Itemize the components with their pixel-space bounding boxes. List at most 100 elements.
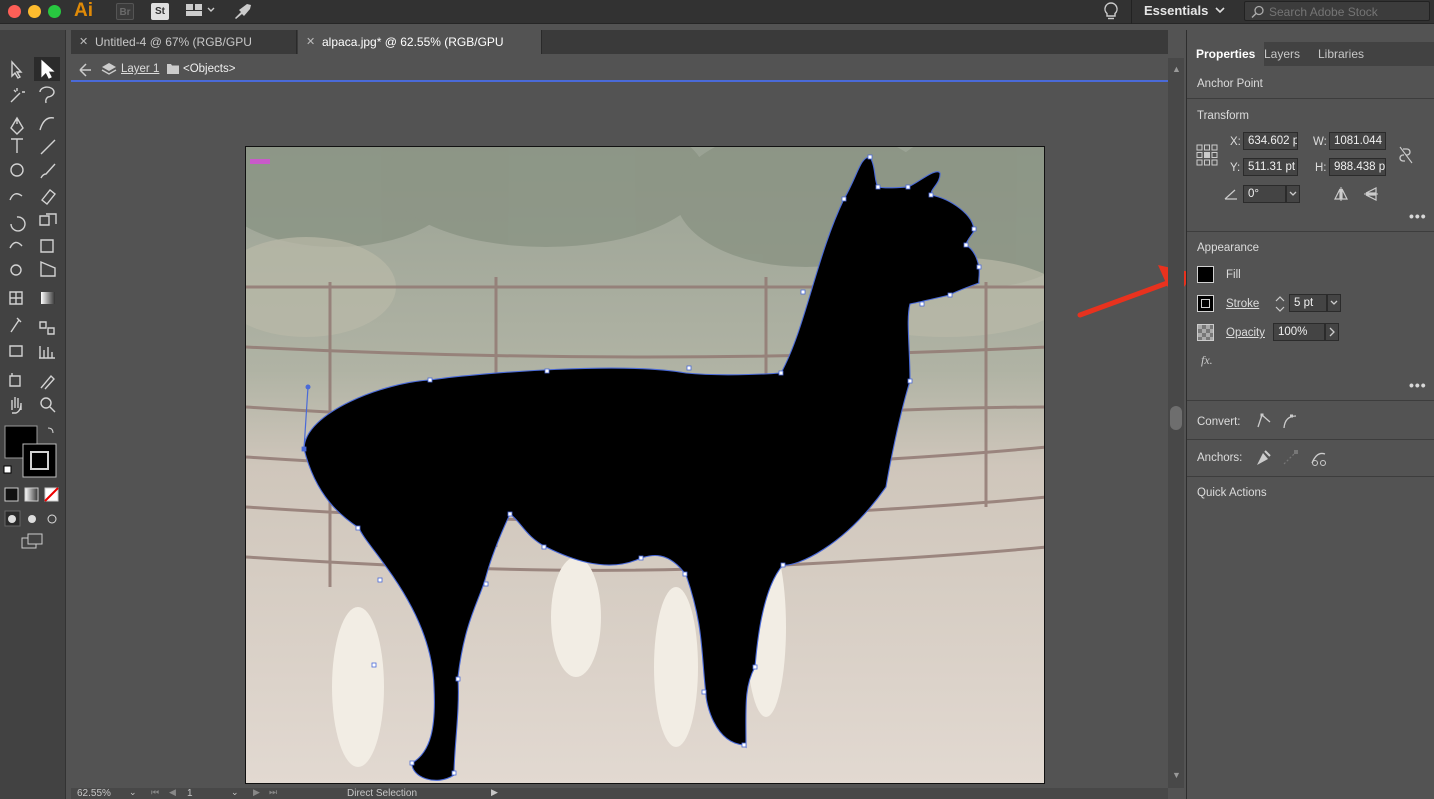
scroll-down-icon[interactable]: ▼ <box>1172 770 1181 780</box>
perspective-grid-tool-icon[interactable] <box>40 260 56 277</box>
magic-wand-tool-icon[interactable] <box>10 88 25 103</box>
connect-anchors-icon[interactable] <box>1281 448 1301 473</box>
width-tool-icon[interactable] <box>9 241 23 249</box>
scroll-up-icon[interactable]: ▲ <box>1172 64 1181 74</box>
scale-tool-icon[interactable] <box>39 213 57 226</box>
slice-tool-icon[interactable] <box>40 374 55 390</box>
w-field[interactable]: 1081.044 <box>1329 132 1386 150</box>
artboard-number[interactable]: 1 <box>187 788 193 799</box>
selection-tool-icon[interactable] <box>11 60 23 79</box>
bridge-icon[interactable]: Br <box>116 3 134 20</box>
mesh-tool-icon[interactable] <box>9 291 23 305</box>
close-window-button[interactable] <box>8 5 21 18</box>
flip-vertical-icon[interactable] <box>1363 186 1379 207</box>
zoom-tool-icon[interactable] <box>40 397 52 409</box>
previous-artboard-icon[interactable]: ◀ <box>169 787 176 798</box>
first-artboard-icon[interactable]: ⏮ <box>151 787 159 798</box>
remove-anchor-icon[interactable] <box>1253 448 1273 473</box>
symbol-sprayer-tool-icon[interactable] <box>9 345 23 357</box>
pen-tool-icon[interactable] <box>10 116 24 135</box>
adobe-stock-search[interactable] <box>1244 1 1430 21</box>
constrain-proportions-icon[interactable] <box>1399 146 1413 169</box>
type-tool-icon[interactable] <box>11 138 23 153</box>
blend-tool-icon[interactable] <box>39 321 55 335</box>
free-transform-tool-icon[interactable] <box>40 239 54 253</box>
last-artboard-icon[interactable]: ⏭ <box>269 787 277 798</box>
more-options-icon[interactable]: ••• <box>1409 377 1427 393</box>
h-field[interactable]: 988.438 p <box>1329 158 1386 176</box>
stroke-stepper-icon[interactable] <box>1274 294 1286 319</box>
stock-icon[interactable]: St <box>151 3 169 20</box>
scroll-thumb[interactable] <box>1170 406 1182 430</box>
chevron-down-icon[interactable]: ⌄ <box>231 787 239 798</box>
minimize-window-button[interactable] <box>28 5 41 18</box>
eyedropper-tool-icon[interactable] <box>10 317 22 333</box>
lasso-tool-icon[interactable] <box>39 86 55 104</box>
gradient-mode-icon[interactable] <box>24 487 39 502</box>
tab-alpaca[interactable]: ✕ alpaca.jpg* @ 62.55% (RGB/GPU Preview) <box>298 30 542 73</box>
tab-properties[interactable]: Properties <box>1187 42 1265 66</box>
shape-builder-tool-icon[interactable] <box>10 264 22 276</box>
canvas[interactable] <box>71 84 1168 788</box>
convert-label: Convert: <box>1197 416 1241 428</box>
line-segment-tool-icon[interactable] <box>40 139 56 155</box>
draw-behind-icon[interactable] <box>28 515 36 523</box>
rotate-field[interactable]: 0° <box>1243 185 1286 203</box>
blob-brush-tool-icon[interactable] <box>9 193 23 201</box>
next-artboard-icon[interactable]: ▶ <box>253 787 260 798</box>
hand-tool-icon[interactable] <box>11 397 22 414</box>
breadcrumb-layer[interactable]: Layer 1 <box>121 63 159 75</box>
column-graph-tool-icon[interactable] <box>39 346 55 359</box>
stroke-weight-dropdown[interactable] <box>1327 294 1341 312</box>
chevron-down-icon[interactable]: ⌄ <box>129 787 137 798</box>
gradient-tool-icon[interactable] <box>41 292 55 304</box>
stroke-label[interactable]: Stroke <box>1226 298 1259 310</box>
stroke-weight-field[interactable]: 5 pt <box>1289 294 1327 312</box>
color-mode-icon[interactable] <box>4 487 19 502</box>
effects-icon[interactable]: fx. <box>1201 353 1213 368</box>
eraser-tool-icon[interactable] <box>41 189 56 205</box>
default-colors-icon[interactable] <box>3 465 12 474</box>
reference-point-icon[interactable] <box>1196 144 1218 171</box>
arrange-documents-icon[interactable] <box>185 1 215 22</box>
stroke-swatch[interactable] <box>22 443 57 478</box>
close-tab-icon[interactable]: ✕ <box>306 30 315 54</box>
tab-untitled-4[interactable]: ✕ Untitled-4 @ 67% (RGB/GPU Preview) <box>71 30 297 73</box>
convert-to-smooth-icon[interactable] <box>1281 412 1299 435</box>
gpu-performance-icon[interactable] <box>233 2 253 23</box>
back-arrow-icon[interactable] <box>77 62 93 83</box>
opacity-dropdown[interactable] <box>1325 323 1339 341</box>
chevron-down-icon[interactable] <box>1214 3 1226 20</box>
tab-libraries[interactable]: Libraries <box>1309 42 1373 66</box>
more-options-icon[interactable]: ••• <box>1409 208 1427 224</box>
x-field[interactable]: 634.602 p <box>1243 132 1298 150</box>
illustrator-logo: Ai <box>74 0 93 21</box>
fill-color-swatch[interactable] <box>1197 266 1214 283</box>
zoom-window-button[interactable] <box>48 5 61 18</box>
search-input[interactable] <box>1269 4 1425 19</box>
status-menu-icon[interactable]: ▶ <box>491 787 498 798</box>
lightbulb-icon[interactable] <box>1102 1 1120 24</box>
swap-fill-stroke-icon[interactable] <box>47 427 54 434</box>
zoom-level[interactable]: 62.55% <box>77 788 111 799</box>
breadcrumb-group[interactable]: <Objects> <box>183 63 235 75</box>
cut-path-icon[interactable] <box>1309 448 1329 473</box>
vertical-scrollbar[interactable]: ▲ ▼ <box>1168 58 1184 788</box>
close-tab-icon[interactable]: ✕ <box>79 30 88 54</box>
stroke-color-swatch[interactable] <box>1197 295 1214 312</box>
paintbrush-tool-icon[interactable] <box>40 163 56 179</box>
curvature-tool-icon[interactable] <box>39 117 55 131</box>
workspace-switcher[interactable]: Essentials <box>1144 3 1208 18</box>
rotate-tool-icon[interactable] <box>10 216 26 232</box>
opacity-label[interactable]: Opacity <box>1226 327 1265 339</box>
rotate-dropdown[interactable] <box>1286 185 1300 203</box>
convert-to-corner-icon[interactable] <box>1255 412 1273 435</box>
tab-layers[interactable]: Layers <box>1255 42 1309 66</box>
opacity-field[interactable]: 100% <box>1273 323 1325 341</box>
artboard[interactable] <box>245 146 1045 784</box>
flip-horizontal-icon[interactable] <box>1333 186 1349 207</box>
shaper-tool-icon[interactable] <box>10 163 24 177</box>
y-field[interactable]: 511.31 pt <box>1243 158 1298 176</box>
artboard-tool-icon[interactable] <box>9 373 21 387</box>
draw-inside-icon[interactable] <box>47 514 57 524</box>
